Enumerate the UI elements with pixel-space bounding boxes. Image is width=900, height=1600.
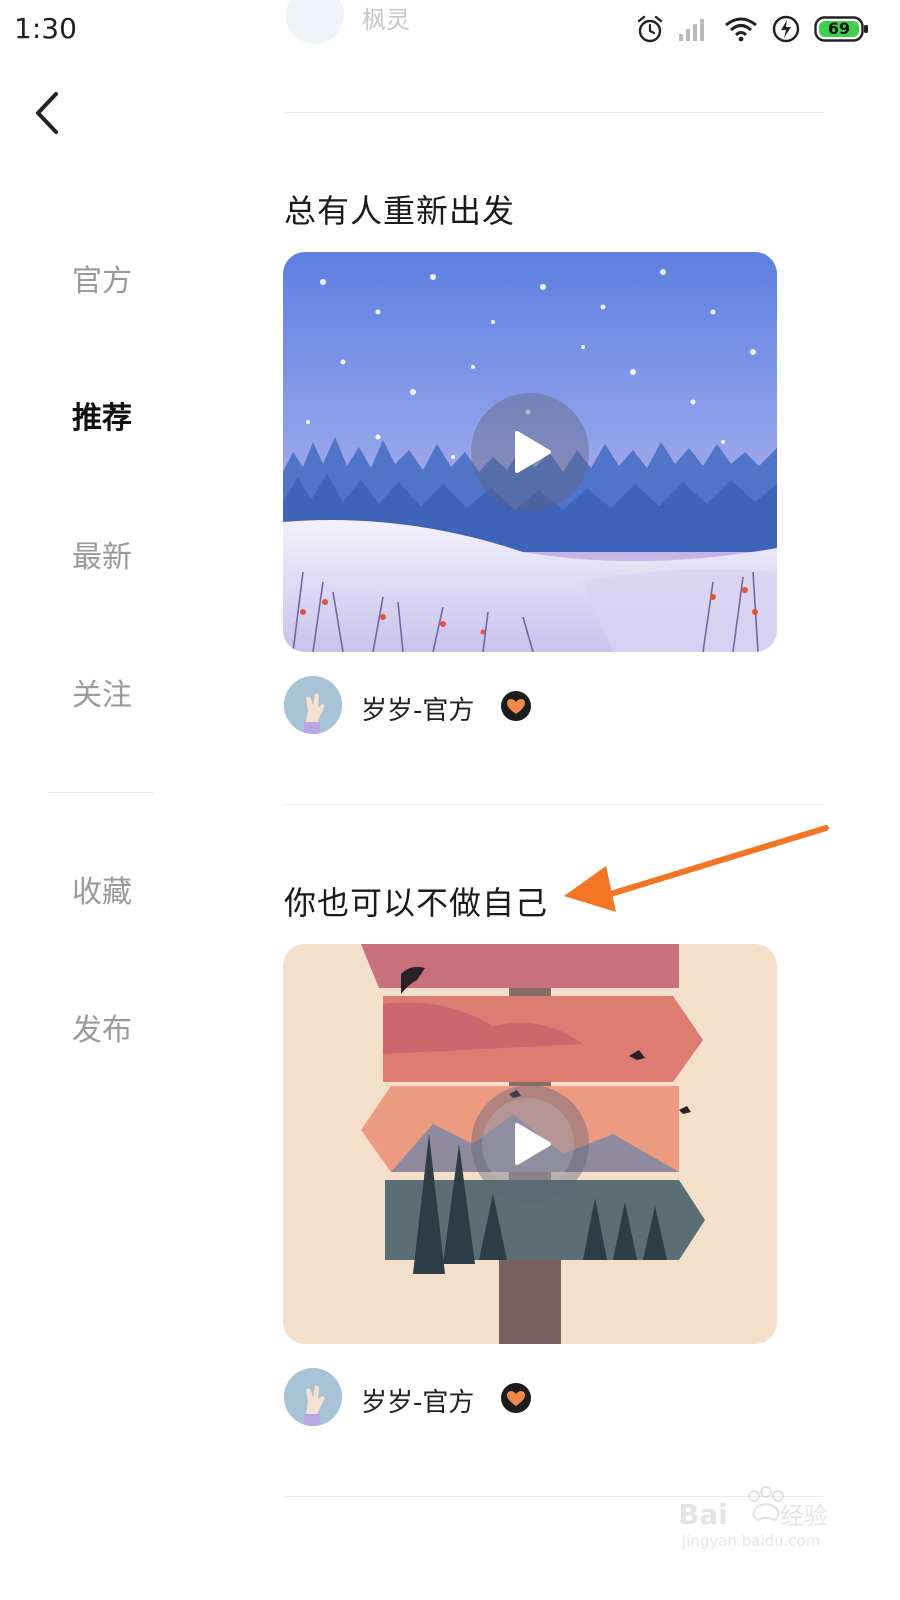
sidebar-item-favorites[interactable]: 收藏	[46, 867, 158, 911]
author-avatar[interactable]	[284, 1368, 342, 1426]
video-thumbnail[interactable]	[283, 944, 777, 1344]
verified-badge	[501, 691, 531, 721]
author-name[interactable]: 岁岁-官方	[361, 1382, 474, 1419]
previous-author-name[interactable]: 枫灵	[362, 0, 410, 35]
sidebar-item-following[interactable]: 关注	[46, 670, 158, 714]
feed-divider	[284, 804, 824, 805]
wifi-icon	[725, 17, 757, 42]
status-time: 1:30	[14, 12, 77, 45]
post-title[interactable]: 总有人重新出发	[284, 186, 515, 232]
charging-icon	[772, 15, 800, 43]
sidebar-item-latest[interactable]: 最新	[46, 532, 158, 576]
play-button[interactable]	[471, 393, 589, 511]
play-icon	[515, 1123, 551, 1165]
play-icon	[515, 431, 551, 473]
alarm-icon	[637, 15, 663, 43]
sidebar-item-recommended[interactable]: 推荐	[46, 393, 158, 437]
video-thumbnail[interactable]	[283, 252, 777, 652]
back-button[interactable]	[28, 88, 68, 138]
battery-level: 69	[827, 19, 851, 38]
sidebar-divider	[48, 792, 154, 793]
author-name[interactable]: 岁岁-官方	[361, 690, 474, 727]
post-title[interactable]: 你也可以不做自己	[284, 878, 548, 924]
annotation-arrow-icon	[564, 825, 829, 912]
sidebar-item-official[interactable]: 官方	[46, 256, 158, 300]
feed-divider	[284, 112, 824, 113]
author-avatar[interactable]	[284, 676, 342, 734]
svg-text:经验: 经验	[780, 1502, 828, 1530]
sidebar-item-publish[interactable]: 发布	[46, 1005, 158, 1049]
battery-icon: 69	[814, 16, 870, 42]
previous-author-avatar[interactable]	[286, 0, 344, 44]
hand-avatar-image	[284, 1368, 342, 1426]
heart-badge-icon	[507, 1391, 525, 1406]
verified-badge	[501, 1383, 531, 1413]
baidu-watermark-logo: Bai 经验 jingyan.baidu.com	[678, 1486, 828, 1550]
signal-icon	[679, 19, 704, 41]
heart-badge-icon	[507, 699, 525, 714]
status-icons: 69	[636, 14, 870, 44]
chevron-left-icon	[36, 92, 58, 134]
hand-avatar-image	[284, 676, 342, 734]
play-button[interactable]	[471, 1085, 589, 1203]
svg-text:jingyan.baidu.com: jingyan.baidu.com	[681, 1532, 820, 1550]
svg-text:Bai: Bai	[678, 1498, 728, 1531]
